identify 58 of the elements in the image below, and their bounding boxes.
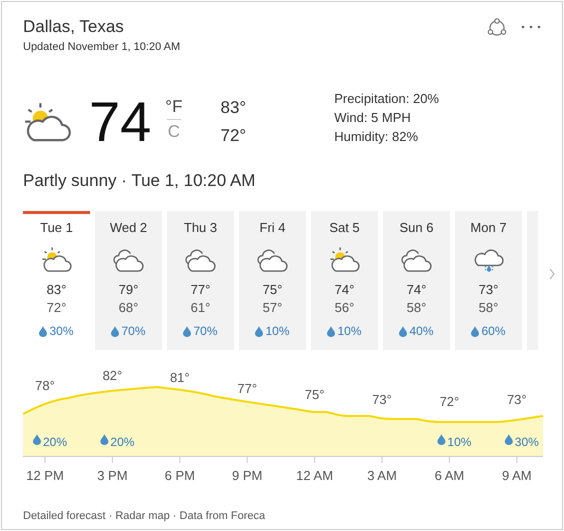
day-precipitation: 10% xyxy=(255,322,290,340)
low-temperature: 72° xyxy=(220,124,246,146)
day-precipitation: 60% xyxy=(471,322,506,340)
precipitation-label: 10% xyxy=(437,434,472,449)
day-precipitation: 30% xyxy=(39,322,74,340)
weather-detail: Wind: 5 MPH xyxy=(334,109,412,127)
day-low: 68° xyxy=(118,300,138,316)
day-low: 58° xyxy=(478,300,498,316)
temperature-label: 73° xyxy=(506,392,527,407)
day-high: 73° xyxy=(478,282,498,298)
time-label: 9 PM xyxy=(232,467,262,485)
temperature-label: 77° xyxy=(237,381,258,396)
updated-time: Updated November 1, 10:20 AM xyxy=(23,40,180,55)
day-high: 83° xyxy=(46,282,66,298)
precipitation-label: 30% xyxy=(504,434,539,449)
day-card[interactable]: Sun 6 74° 58° 40% xyxy=(383,211,450,350)
day-precipitation: 40% xyxy=(399,322,434,340)
unit-toggle[interactable]: °F xyxy=(165,97,182,117)
precipitation-label: 20% xyxy=(33,434,68,449)
day-card[interactable]: Sat 5 74° 56° 10% xyxy=(311,211,378,350)
day-card[interactable]: Wed 2 79° 68° 70% xyxy=(95,211,162,350)
day-high: 74° xyxy=(334,282,354,298)
day-precipitation: 10% xyxy=(327,322,362,340)
day-low: 56° xyxy=(334,300,354,316)
time-label: 9 AM xyxy=(502,467,532,485)
current-temperature: 74 xyxy=(89,94,152,150)
time-label: 6 PM xyxy=(164,467,195,485)
time-label: 3 PM xyxy=(97,467,128,485)
temperature-label: 73° xyxy=(372,392,392,407)
day-high: 79° xyxy=(118,282,138,298)
high-temperature: 83° xyxy=(220,96,246,118)
day-card[interactable]: Thu 3 77° 61° 70% xyxy=(167,211,234,350)
weather-detail: Precipitation: 20% xyxy=(334,90,439,108)
day-high: 77° xyxy=(190,282,210,298)
day-card[interactable]: Fri 4 75° 57° 10% xyxy=(239,211,306,350)
temperature-label: 82° xyxy=(102,368,122,383)
day-high: 74° xyxy=(406,282,426,298)
day-card[interactable]: Mon 7 73° 58° 60% xyxy=(455,211,522,350)
day-low: 58° xyxy=(406,300,426,316)
footer-links: Detailed forecast · Radar map · Data from Foreca xyxy=(23,509,266,524)
day-precipitation: 70% xyxy=(183,322,218,340)
time-label: 12 AM xyxy=(296,467,334,485)
weather-detail: Humidity: 82% xyxy=(334,128,420,146)
temperature-label: 75° xyxy=(304,387,324,402)
day-high: 75° xyxy=(262,282,282,298)
temperature-label: 81° xyxy=(170,370,190,385)
temperature-label: 72° xyxy=(440,394,460,409)
day-precipitation: 70% xyxy=(111,322,146,340)
time-label: 3 AM xyxy=(367,467,397,485)
time-label: 6 AM xyxy=(434,467,464,485)
day-low: 61° xyxy=(190,300,210,316)
temperature-label: 78° xyxy=(35,378,55,393)
condition-summary: Partly sunny · Tue 1, 10:20 AM xyxy=(23,170,256,192)
day-low: 72° xyxy=(46,300,66,316)
time-label: 12 PM xyxy=(26,467,64,485)
location-title: Dallas, Texas xyxy=(23,16,125,38)
day-low: 57° xyxy=(262,300,282,316)
precipitation-label: 20% xyxy=(100,434,134,449)
